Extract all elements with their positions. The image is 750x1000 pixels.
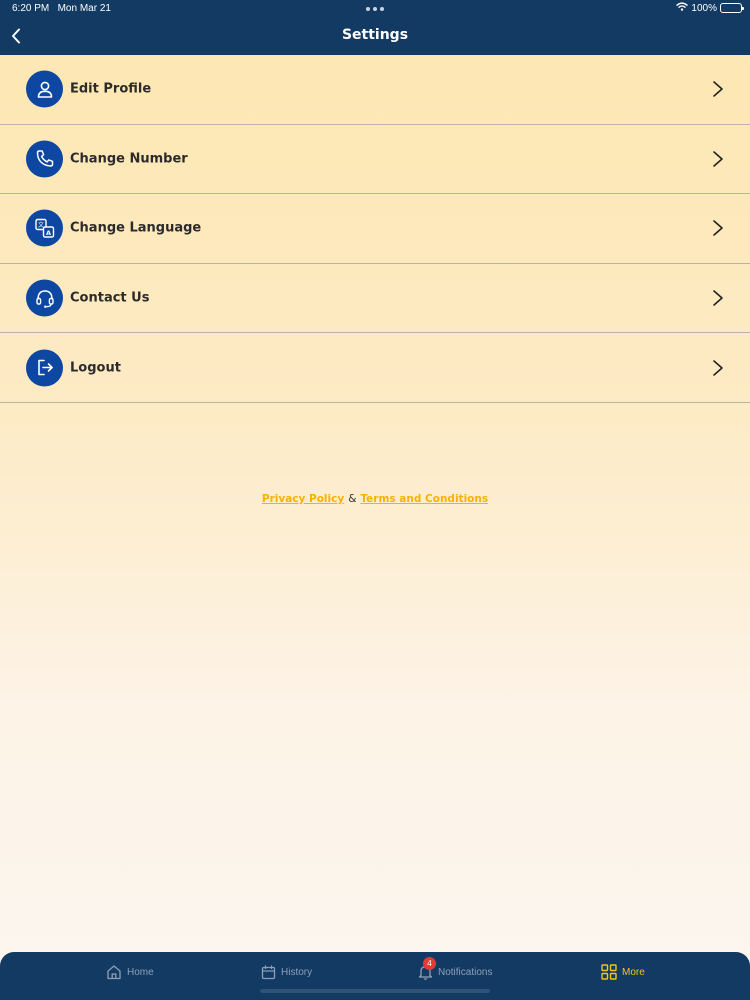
wifi-icon — [676, 2, 689, 14]
settings-item-logout[interactable]: Logout — [0, 333, 750, 403]
battery-icon — [720, 3, 744, 13]
settings-item-label: Change Number — [70, 151, 188, 167]
notification-badge: 4 — [423, 957, 436, 970]
logout-icon — [26, 349, 63, 387]
svg-text:A: A — [45, 229, 50, 237]
battery-percent: 100% — [691, 2, 717, 14]
settings-item-label: Edit Profile — [70, 81, 152, 97]
translate-icon: 文 A — [26, 209, 63, 247]
status-bar-right: 100% — [676, 2, 744, 14]
tab-more[interactable]: More — [600, 962, 645, 982]
app-header: 6:20 PM Mon Mar 21 100% Settings — [0, 0, 750, 55]
user-icon — [26, 70, 63, 108]
status-bar-time: 6:20 PM Mon Mar 21 — [12, 3, 111, 14]
privacy-policy-link[interactable]: Privacy Policy — [262, 493, 344, 505]
status-date: Mon Mar 21 — [57, 3, 111, 14]
chevron-right-icon — [713, 290, 723, 306]
bell-icon: 4 — [416, 957, 436, 981]
calendar-icon — [259, 963, 277, 981]
legal-links: Privacy Policy & Terms and Conditions — [0, 493, 750, 505]
settings-item-change-language[interactable]: 文 A Change Language — [0, 194, 750, 264]
svg-text:文: 文 — [37, 221, 43, 229]
chevron-right-icon — [713, 359, 723, 376]
tab-label: Home — [127, 966, 154, 978]
headset-icon — [26, 279, 63, 317]
page-title: Settings — [341, 27, 409, 43]
home-indicator[interactable] — [260, 989, 490, 993]
tab-label: History — [281, 966, 313, 978]
settings-item-change-number[interactable]: Change Number — [0, 125, 750, 195]
settings-item-label: Change Language — [70, 220, 202, 236]
chevron-right-icon — [713, 220, 723, 237]
tab-notifications[interactable]: 4 Notifications — [416, 957, 493, 982]
tab-home[interactable]: Home — [105, 962, 154, 982]
legal-separator: & — [348, 493, 357, 505]
tab-label: Notifications — [438, 966, 493, 978]
home-icon — [105, 963, 123, 981]
phone-icon — [26, 140, 63, 178]
settings-item-edit-profile[interactable]: Edit Profile — [0, 55, 750, 125]
settings-list: Edit Profile Change Number 文 A Change La… — [0, 55, 750, 403]
tab-history[interactable]: History — [259, 962, 312, 982]
chevron-right-icon — [713, 81, 723, 98]
chevron-right-icon — [713, 151, 723, 167]
settings-item-label: Contact Us — [70, 290, 150, 306]
multitasking-dots-icon[interactable] — [366, 7, 384, 11]
grid-icon — [600, 963, 618, 981]
settings-item-label: Logout — [70, 360, 121, 376]
status-time: 6:20 PM — [12, 3, 50, 14]
tab-label: More — [622, 966, 645, 978]
settings-item-contact-us[interactable]: Contact Us — [0, 264, 750, 334]
terms-link[interactable]: Terms and Conditions — [360, 493, 488, 505]
